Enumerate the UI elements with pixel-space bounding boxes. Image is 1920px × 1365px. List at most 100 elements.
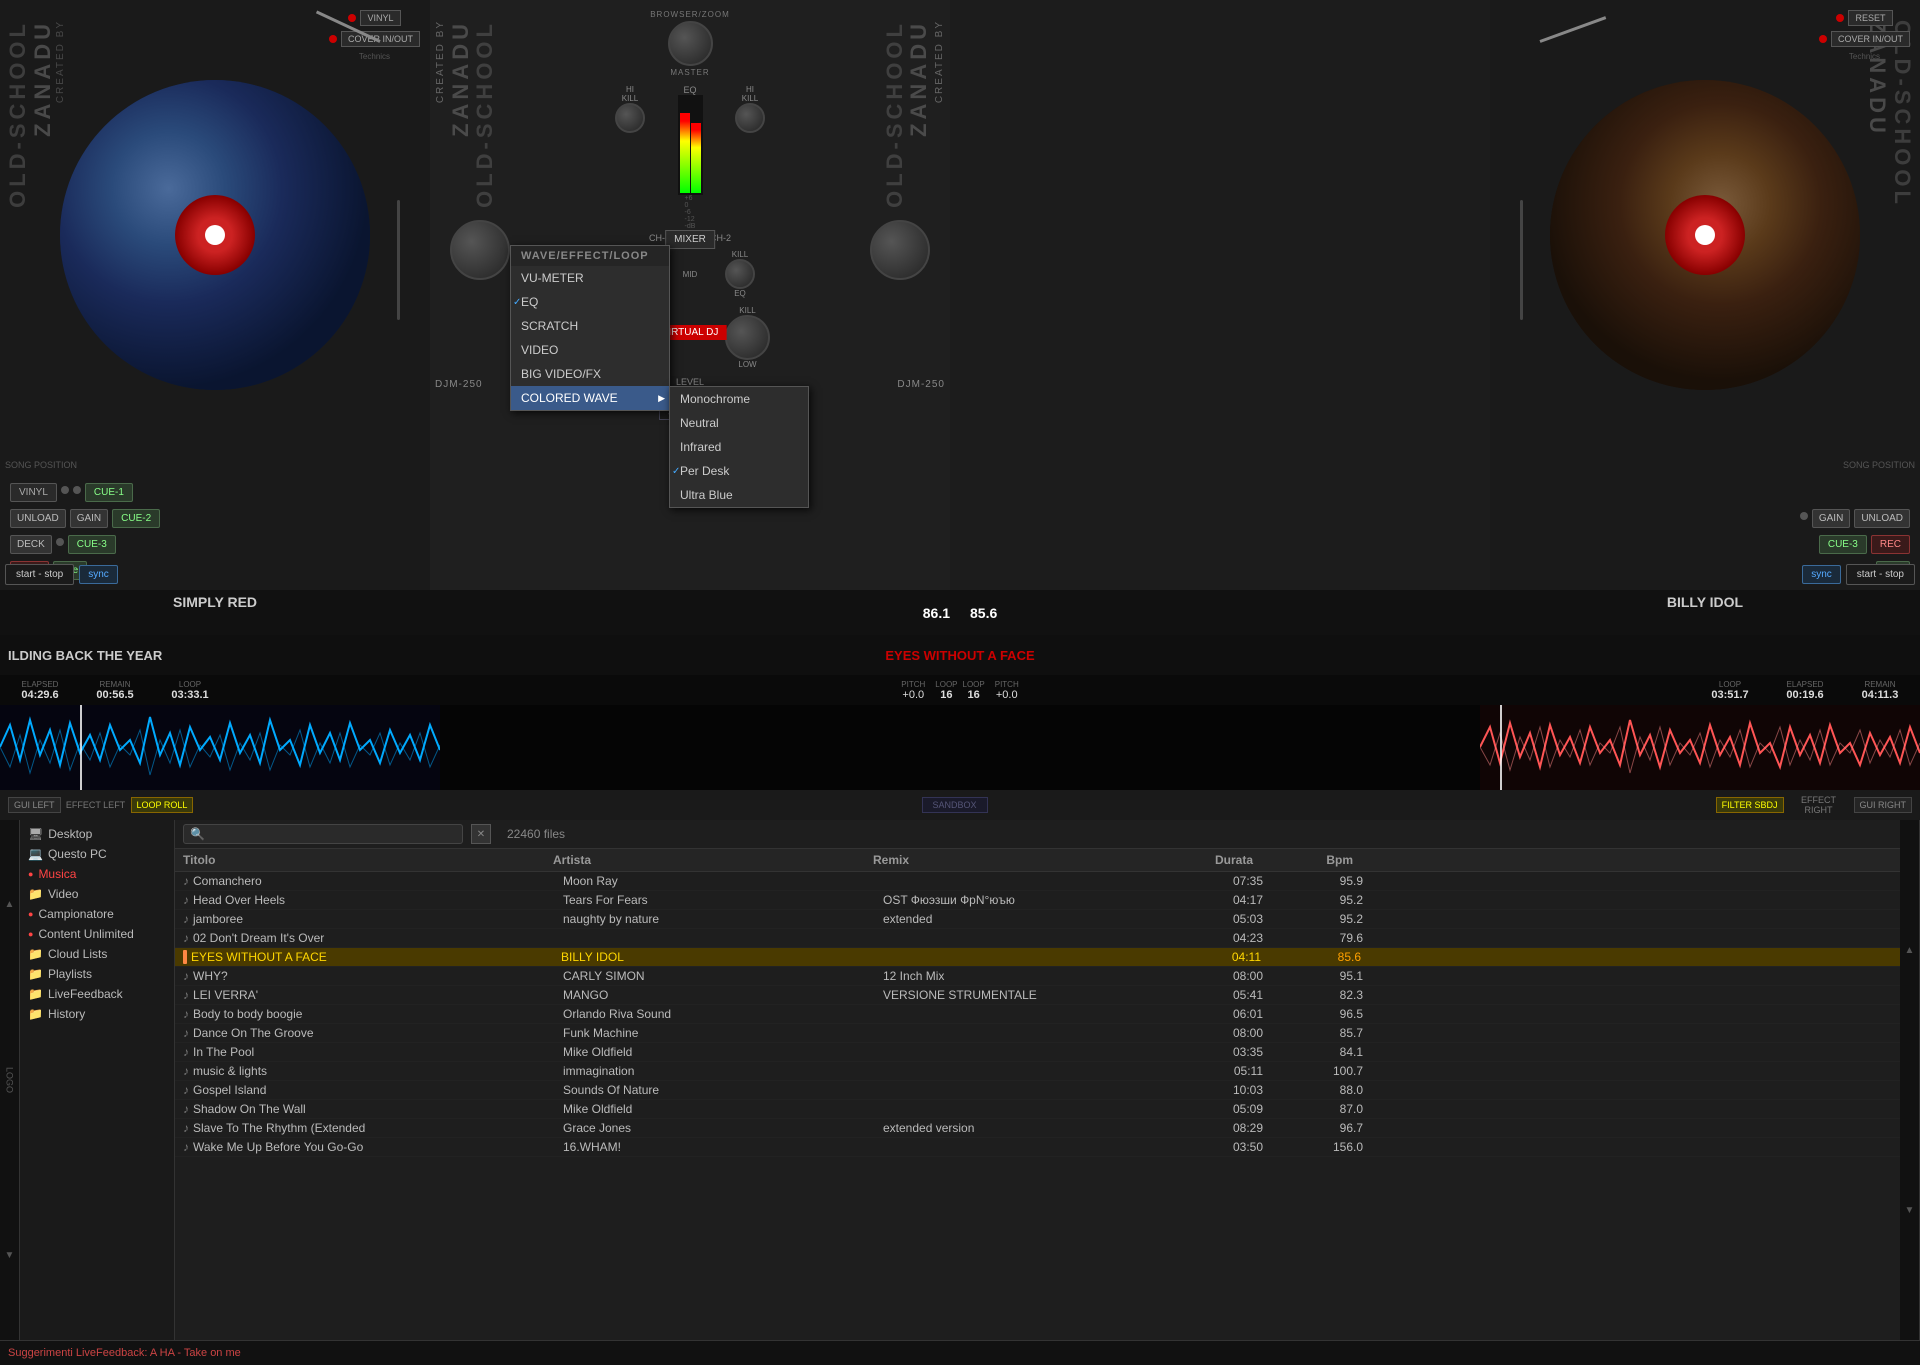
dropdown-vu-meter[interactable]: VU-METER — [511, 266, 669, 290]
gain-btn-left[interactable]: GAIN — [70, 509, 108, 528]
submenu-monochrome[interactable]: Monochrome — [670, 387, 808, 411]
file-artist-8: Orlando Riva Sound — [563, 1007, 883, 1021]
scroll-down-right[interactable]: ▼ — [1905, 1205, 1915, 1216]
loop-roll-btn[interactable]: LOOP ROLL — [131, 797, 194, 813]
history-icon: 📁 — [28, 1007, 43, 1021]
sidebar-item-video[interactable]: 📁 Video — [20, 884, 174, 904]
dropdown-scratch[interactable]: SCRATCH — [511, 314, 669, 338]
cover-btn-left[interactable]: COVER IN/OUT — [341, 31, 420, 47]
scroll-up-right[interactable]: ▲ — [1905, 945, 1915, 956]
table-row[interactable]: ♪ Wake Me Up Before You Go-Go 16.WHAM! 0… — [175, 1138, 1900, 1157]
table-row[interactable]: ♪ Slave To The Rhythm (Extended Grace Jo… — [175, 1119, 1900, 1138]
sidebar-item-musica[interactable]: ● Musica — [20, 864, 174, 884]
browser-zoom-knob[interactable] — [668, 21, 713, 66]
right-title-text: EYES WITHOUT A FACE — [885, 648, 1034, 663]
table-row[interactable]: ♪ In The Pool Mike Oldfield 03:35 84.1 — [175, 1043, 1900, 1062]
col-artist-header[interactable]: Artista — [553, 853, 873, 867]
table-row[interactable]: ♪ Dance On The Groove Funk Machine 08:00… — [175, 1024, 1900, 1043]
start-stop-btn-right[interactable]: start - stop — [1846, 564, 1915, 585]
submenu-infrared[interactable]: Infrared — [670, 435, 808, 459]
unload-btn-left[interactable]: UNLOAD — [10, 509, 66, 528]
big-video-label: BIG VIDEO/FX — [521, 367, 601, 381]
sidebar-item-live-feedback[interactable]: 📁 LiveFeedback — [20, 984, 174, 1004]
table-row[interactable]: ♪ LEI VERRA' MANGO VERSIONE STRUMENTALE … — [175, 986, 1900, 1005]
search-clear-btn[interactable]: ✕ — [471, 824, 491, 844]
scroll-indicator-left: ▲ LOGO ▼ — [0, 820, 20, 1340]
table-row[interactable]: ♪ Body to body boogie Orlando Riva Sound… — [175, 1005, 1900, 1024]
old-school-mixer-left: OLD-SCHOOL — [472, 20, 498, 208]
gui-left-btn[interactable]: GUI LEFT — [8, 797, 61, 813]
row-marker — [183, 950, 187, 964]
table-row[interactable]: ♪ Head Over Heels Tears For Fears OST Фю… — [175, 891, 1900, 910]
search-input[interactable] — [209, 827, 449, 841]
table-row[interactable]: ♪ Comanchero Moon Ray 07:35 95.9 — [175, 872, 1900, 891]
file-artist-14: Grace Jones — [563, 1121, 883, 1135]
unload-btn-right[interactable]: UNLOAD — [1854, 509, 1910, 528]
col-remix-header[interactable]: Remix — [873, 853, 1153, 867]
cue1-btn-left[interactable]: CUE-1 — [85, 483, 133, 502]
table-row[interactable]: ♪ music & lights immagination 05:11 100.… — [175, 1062, 1900, 1081]
file-bpm-1: 95.9 — [1283, 874, 1363, 888]
reset-btn-left[interactable]: VINYL — [360, 10, 400, 26]
sidebar-item-cloud-lists[interactable]: 📁 Cloud Lists — [20, 944, 174, 964]
table-row[interactable]: ♪ Shadow On The Wall Mike Oldfield 05:09… — [175, 1100, 1900, 1119]
technics-label-left: Technics — [359, 52, 390, 61]
gui-right-btn[interactable]: GUI RIGHT — [1854, 797, 1913, 813]
reset-btn-right[interactable]: RESET — [1848, 10, 1892, 26]
pitch-slider-right[interactable] — [1520, 200, 1523, 320]
track-info-row: SIMPLY RED 86.1 85.6 BILLY IDOL — [0, 590, 1920, 635]
submenu-ultra-blue[interactable]: Ultra Blue — [670, 483, 808, 507]
cue3-btn-left[interactable]: CUE-3 — [68, 535, 116, 554]
filter-sbdj-btn[interactable]: FILTER SBDJ — [1716, 797, 1784, 813]
scroll-down-left[interactable]: ▼ — [5, 1250, 15, 1261]
deck-btn-left[interactable]: DECK — [10, 535, 52, 554]
submenu-per-desk[interactable]: Per Desk — [670, 459, 808, 483]
cover-btn-right[interactable]: COVER IN/OUT — [1831, 31, 1910, 47]
cue3-btn-right[interactable]: CUE-3 — [1819, 535, 1867, 554]
content-unlimited-dot: ● — [28, 929, 33, 939]
track-left-info: SIMPLY RED — [0, 590, 430, 635]
search-box[interactable]: 🔍 — [183, 824, 463, 844]
dropdown-big-video[interactable]: BIG VIDEO/FX — [511, 362, 669, 386]
table-row[interactable]: ♪ jamboree naughty by nature extended 05… — [175, 910, 1900, 929]
gain-btn-right[interactable]: GAIN — [1812, 509, 1850, 528]
ch1-hi-knob[interactable] — [615, 103, 645, 133]
sidebar-item-desktop[interactable]: 🖥 Desktop — [20, 824, 174, 844]
table-row[interactable]: ♪ Gospel Island Sounds Of Nature 10:03 8… — [175, 1081, 1900, 1100]
col-bpm-header[interactable]: Bpm — [1273, 853, 1353, 867]
ch2-hi-knob[interactable] — [735, 103, 765, 133]
submenu-neutral[interactable]: Neutral — [670, 411, 808, 435]
pitch-slider-left[interactable] — [397, 200, 400, 320]
sidebar-item-campionatore[interactable]: ● Campionatore — [20, 904, 174, 924]
table-row[interactable]: ♪ 02 Don't Dream It's Over 04:23 79.6 — [175, 929, 1900, 948]
mixer-popup-trigger[interactable]: MIXER — [665, 230, 715, 249]
scroll-up-left[interactable]: ▲ — [5, 899, 15, 910]
sidebar-item-playlists[interactable]: 📁 Playlists — [20, 964, 174, 984]
center-timing: PITCH +0.0 LOOP 16 LOOP 16 PITCH +0.0 — [435, 680, 1485, 701]
sidebar-item-history[interactable]: 📁 History — [20, 1004, 174, 1024]
rec-btn-right[interactable]: REC — [1871, 535, 1910, 554]
remain-label-right: REMAIN — [1864, 680, 1895, 689]
col-title-header[interactable]: Titolo — [183, 853, 553, 867]
vinyl-btn-left[interactable]: VINYL — [10, 483, 57, 502]
sync-btn-right[interactable]: sync — [1802, 565, 1841, 584]
table-row-active[interactable]: EYES WITHOUT A FACE BILLY IDOL 04:11 85.… — [175, 948, 1900, 967]
live-feedback-label: LiveFeedback — [48, 987, 123, 1001]
large-knob-right[interactable] — [870, 220, 930, 280]
col-duration-header[interactable]: Durata — [1153, 853, 1273, 867]
file-note: ♪ — [183, 1045, 189, 1059]
cue2-btn-left[interactable]: CUE-2 — [112, 509, 160, 528]
table-row[interactable]: ♪ WHY? CARLY SIMON 12 Inch Mix 08:00 95.… — [175, 967, 1900, 986]
per-desk-label: Per Desk — [680, 464, 729, 478]
dropdown-eq[interactable]: EQ — [511, 290, 669, 314]
large-knob-left[interactable] — [450, 220, 510, 280]
sidebar-item-questo-pc[interactable]: 💻 Questo PC — [20, 844, 174, 864]
dropdown-colored-wave[interactable]: COLORED WAVE Monochrome Neutral Infrared… — [511, 386, 669, 410]
ch2-low-knob[interactable] — [725, 315, 770, 360]
sidebar-item-content-unlimited[interactable]: ● Content Unlimited — [20, 924, 174, 944]
dropdown-video[interactable]: VIDEO — [511, 338, 669, 362]
start-stop-btn-left[interactable]: start - stop — [5, 564, 74, 585]
sync-btn-left[interactable]: sync — [79, 565, 118, 584]
loop-label-left: LOOP — [179, 680, 201, 689]
ch2-mid-knob[interactable] — [725, 259, 755, 289]
